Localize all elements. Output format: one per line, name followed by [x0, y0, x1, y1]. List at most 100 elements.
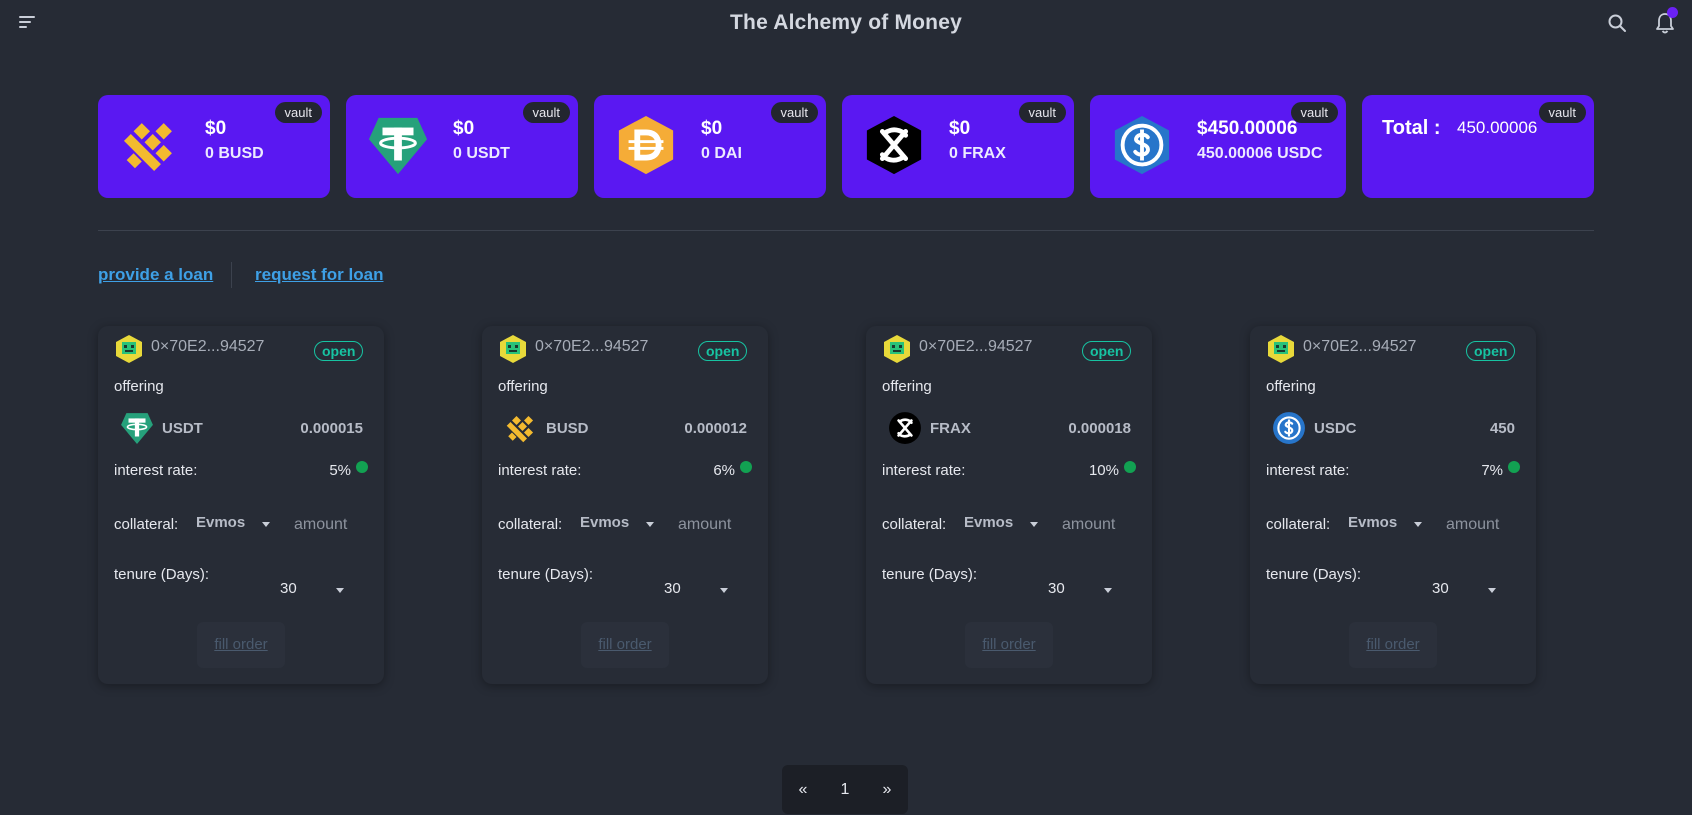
token-amount: 0.000012 [684, 420, 747, 437]
collateral-label: collateral: [1266, 516, 1331, 533]
busd-icon [506, 415, 534, 443]
vault-card-usdc: vault $450.00006 450.00006 USDC [1090, 95, 1346, 198]
vault-badge: vault [770, 102, 818, 123]
collateral-select[interactable]: Evmos [964, 514, 1042, 536]
pagination: « 1 » [782, 765, 908, 814]
collateral-select[interactable]: Evmos [196, 514, 274, 536]
collateral-select[interactable]: Evmos [580, 514, 658, 536]
busd-icon [123, 123, 172, 172]
info-icon[interactable] [1124, 461, 1136, 473]
loan-card: 0×70E2...94527 open offering BUSD 0.0000… [482, 326, 768, 684]
tenure-value: 30 [1048, 580, 1065, 597]
collateral-amount-input[interactable] [294, 513, 348, 537]
collateral-value: Evmos [1348, 514, 1398, 531]
vault-balance: 450.00006 USDC [1197, 145, 1323, 162]
lender-address: 0×70E2...94527 [535, 338, 649, 355]
status-badge: open [314, 341, 364, 361]
tenure-value: 30 [664, 580, 681, 597]
collateral-amount-input[interactable] [678, 513, 732, 537]
pagination-next[interactable]: » [866, 765, 908, 814]
total-value: 450.00006 [1457, 118, 1538, 137]
loan-card: 0×70E2...94527 open offering FRAX 0.0000… [866, 326, 1152, 684]
chevron-down-icon [646, 522, 654, 527]
fill-order-button[interactable]: fill order [581, 622, 669, 668]
vault-balance: 0 DAI [701, 145, 742, 162]
token-name: USDC [1314, 420, 1357, 437]
vault-badge: vault [1290, 102, 1338, 123]
tenure-select[interactable]: 30 [280, 580, 350, 602]
lender-address: 0×70E2...94527 [1303, 338, 1417, 355]
loan-card: 0×70E2...94527 open offering USDC 450 in… [1250, 326, 1536, 684]
search-icon[interactable] [1607, 13, 1627, 33]
vault-badge: vault [1538, 102, 1586, 123]
collateral-amount-input[interactable] [1062, 513, 1116, 537]
pagination-prev[interactable]: « [782, 765, 824, 814]
tenure-label: tenure (Days): [498, 566, 594, 583]
interest-rate-value: 7% [1481, 462, 1503, 479]
avatar-icon [116, 335, 142, 363]
lender-address: 0×70E2...94527 [151, 338, 265, 355]
frax-icon [866, 115, 922, 175]
collateral-label: collateral: [882, 516, 947, 533]
interest-rate-label: interest rate: [882, 462, 966, 479]
interest-rate-value: 5% [329, 462, 351, 479]
pagination-page[interactable]: 1 [824, 765, 866, 814]
collateral-value: Evmos [964, 514, 1014, 531]
tenure-label: tenure (Days): [882, 566, 978, 583]
offering-label: offering [1266, 378, 1316, 395]
status-badge: open [1082, 341, 1132, 361]
avatar-icon [500, 335, 526, 363]
info-icon[interactable] [1508, 461, 1520, 473]
tenure-label: tenure (Days): [1266, 566, 1362, 583]
vault-badge: vault [1018, 102, 1066, 123]
total-label: Total : [1382, 117, 1441, 139]
token-amount: 450 [1489, 420, 1515, 437]
chevron-down-icon [262, 522, 270, 527]
collateral-label: collateral: [114, 516, 179, 533]
interest-rate-value: 6% [713, 462, 735, 479]
usdc-icon [1114, 115, 1170, 175]
collateral-value: Evmos [196, 514, 246, 531]
offering-label: offering [882, 378, 932, 395]
vault-card-frax: vault $0 0 FRAX [842, 95, 1074, 198]
interest-rate-label: interest rate: [114, 462, 198, 479]
status-badge: open [698, 341, 748, 361]
fill-order-button[interactable]: fill order [965, 622, 1053, 668]
chevron-down-icon [1104, 588, 1112, 593]
status-badge: open [1466, 341, 1516, 361]
tenure-select[interactable]: 30 [1048, 580, 1118, 602]
tab-request-loan[interactable]: request for loan [255, 265, 383, 285]
avatar-icon [1268, 335, 1294, 363]
collateral-amount-input[interactable] [1446, 513, 1500, 537]
info-icon[interactable] [356, 461, 368, 473]
vault-card-busd: vault $0 0 BUSD [98, 95, 330, 198]
tab-provide-loan[interactable]: provide a loan [98, 265, 213, 285]
interest-rate-label: interest rate: [498, 462, 582, 479]
offering-label: offering [114, 378, 164, 395]
dai-icon [618, 115, 674, 175]
chevron-down-icon [1414, 522, 1422, 527]
info-icon[interactable] [740, 461, 752, 473]
token-amount: 0.000018 [1068, 420, 1131, 437]
tenure-label: tenure (Days): [114, 566, 210, 583]
fill-order-button[interactable]: fill order [197, 622, 285, 668]
vault-balance: 0 USDT [453, 145, 510, 162]
vault-card-usdt: vault $0 0 USDT [346, 95, 578, 198]
usdt-icon [121, 413, 153, 444]
token-amount: 0.000015 [300, 420, 363, 437]
tab-separator [231, 262, 232, 288]
vault-amount: $450.00006 [1197, 118, 1298, 139]
lender-address: 0×70E2...94527 [919, 338, 1033, 355]
vault-badge: vault [522, 102, 570, 123]
usdt-icon [368, 117, 428, 175]
page-title: The Alchemy of Money [730, 11, 962, 34]
collateral-select[interactable]: Evmos [1348, 514, 1426, 536]
collateral-label: collateral: [498, 516, 563, 533]
chevron-down-icon [336, 588, 344, 593]
vault-balance: 0 FRAX [949, 145, 1006, 162]
vault-amount: $0 [205, 118, 227, 139]
tenure-select[interactable]: 30 [664, 580, 734, 602]
fill-order-button[interactable]: fill order [1349, 622, 1437, 668]
token-name: USDT [162, 420, 203, 437]
tenure-select[interactable]: 30 [1432, 580, 1502, 602]
